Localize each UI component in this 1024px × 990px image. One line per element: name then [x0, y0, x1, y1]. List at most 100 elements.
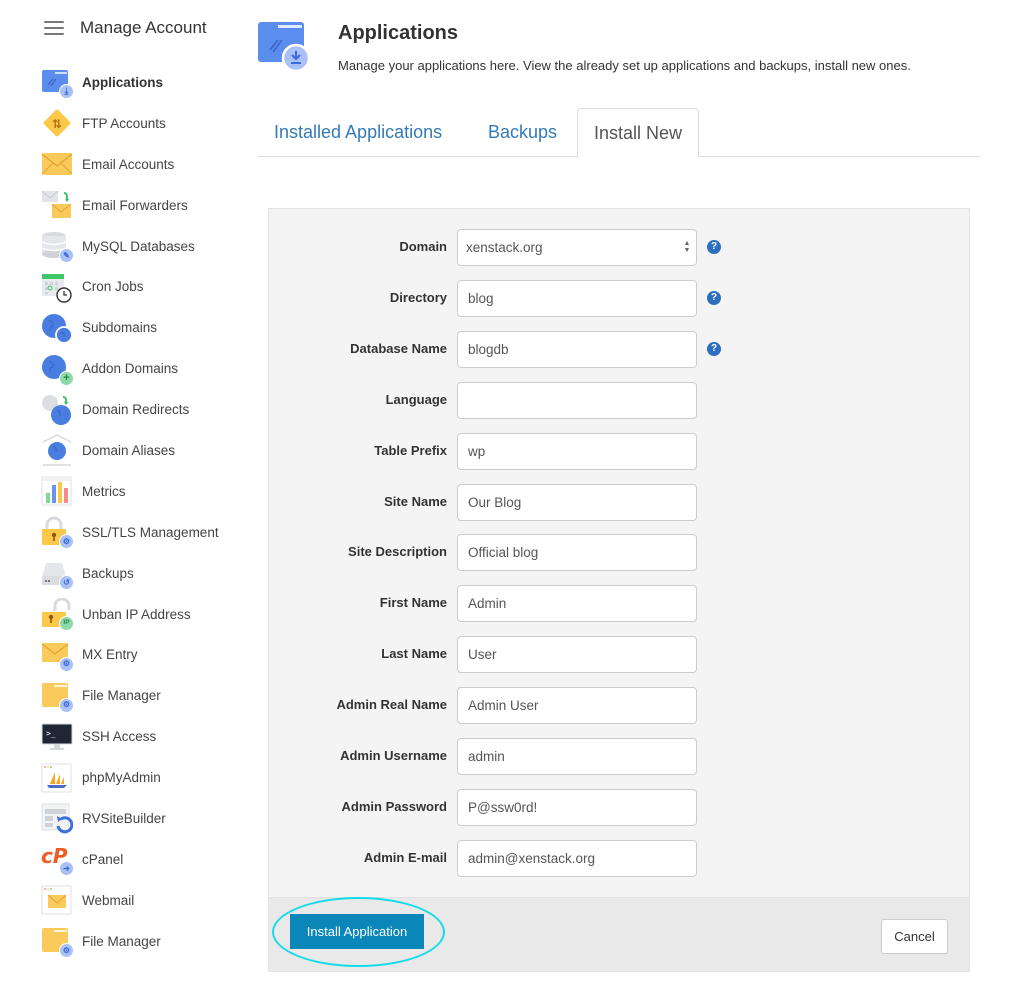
ftp-icon: ⇅ — [41, 107, 73, 139]
sidebar-item-label: Backups — [82, 565, 134, 581]
last-name-label: Last Name — [381, 646, 447, 661]
sidebar-item-rvsitebuilder[interactable]: RVSiteBuilder — [41, 798, 246, 839]
sidebar-item-email-forwarders[interactable]: Email Forwarders — [41, 185, 246, 226]
directory-label: Directory — [389, 290, 447, 305]
form-row-site-description: Site Description — [269, 534, 971, 572]
cancel-button[interactable]: Cancel — [881, 919, 948, 954]
ssh-terminal-icon: >_ — [41, 721, 73, 753]
sidebar-item-label: SSL/TLS Management — [82, 524, 219, 540]
phpmyadmin-sailboat-icon — [41, 762, 73, 794]
domain-select-value: xenstack.org — [466, 240, 543, 255]
metrics-chart-icon — [41, 475, 73, 507]
sidebar-item-backups[interactable]: ↺ Backups — [41, 553, 246, 594]
sidebar-item-label: File Manager — [82, 933, 161, 949]
site-description-label: Site Description — [348, 544, 447, 559]
sidebar-item-domain-redirects[interactable]: Domain Redirects — [41, 389, 246, 430]
domain-select[interactable]: xenstack.org ▲ ▼ — [457, 229, 697, 266]
form-row-admin-email: Admin E-mail — [269, 840, 971, 878]
select-arrows-icon: ▲ ▼ — [683, 240, 691, 254]
subdomain-globe-icon — [41, 312, 73, 344]
sidebar-item-webmail[interactable]: Webmail — [41, 880, 246, 921]
file-manager-folder-icon: ⚙ — [41, 925, 74, 959]
sidebar-item-cpanel[interactable]: cP ➜ cPanel — [41, 839, 246, 880]
domain-help-icon[interactable]: ? — [707, 240, 721, 254]
rvsitebuilder-icon — [41, 802, 74, 834]
mx-entry-icon: ⚙ — [41, 639, 74, 672]
domain-alias-icon — [41, 434, 73, 467]
tab-bar: Installed Applications Backups Install N… — [258, 108, 980, 158]
tab-install-new[interactable]: Install New — [577, 108, 700, 158]
sidebar-item-label: Webmail — [82, 892, 135, 908]
hamburger-menu-icon[interactable] — [44, 21, 64, 35]
unban-ip-lock-icon: IP — [41, 597, 74, 632]
database-name-help-icon[interactable]: ? — [707, 342, 721, 356]
sidebar-item-label: cPanel — [82, 851, 124, 867]
site-description-input[interactable] — [457, 534, 697, 571]
admin-real-name-input[interactable] — [457, 687, 697, 724]
sidebar-item-ssl-tls-management[interactable]: ⚙ SSL/TLS Management — [41, 512, 246, 553]
first-name-label: First Name — [379, 595, 447, 610]
applications-header-icon — [258, 20, 312, 73]
sidebar-item-ssh-access[interactable]: >_ SSH Access — [41, 716, 246, 757]
directory-help-icon[interactable]: ? — [707, 291, 721, 305]
sidebar-title: Manage Account — [80, 18, 207, 37]
admin-email-label: Admin E-mail — [363, 850, 447, 865]
table-prefix-input[interactable] — [457, 433, 697, 470]
site-name-input[interactable] — [457, 484, 697, 521]
sidebar: Manage Account ⤓ Applications ⇅ FTP Acco… — [0, 0, 250, 990]
sidebar-item-metrics[interactable]: Metrics — [41, 471, 246, 512]
sidebar-item-mx-entry[interactable]: ⚙ MX Entry — [41, 634, 246, 675]
domain-redirect-icon — [41, 394, 73, 426]
sidebar-item-cron-jobs[interactable]: Cron Jobs — [41, 266, 246, 307]
sidebar-item-label: Applications — [82, 74, 164, 90]
sidebar-item-label: Domain Redirects — [82, 402, 190, 418]
sidebar-item-label: File Manager — [82, 688, 161, 704]
svg-text:⇅: ⇅ — [52, 117, 62, 131]
sidebar-item-subdomains[interactable]: Subdomains — [41, 307, 246, 348]
form-row-admin-real-name: Admin Real Name — [269, 687, 971, 725]
install-application-button[interactable]: Install Application — [290, 914, 424, 949]
sidebar-item-label: Domain Aliases — [82, 442, 176, 458]
page-title: Applications — [338, 22, 459, 44]
sidebar-item-addon-domains[interactable]: + Addon Domains — [41, 348, 246, 389]
sidebar-item-label: Addon Domains — [82, 361, 179, 377]
database-name-label: Database Name — [350, 341, 447, 356]
email-icon — [41, 148, 73, 180]
sidebar-item-applications[interactable]: ⤓ Applications — [41, 62, 246, 103]
tab-installed-applications[interactable]: Installed Applications — [274, 108, 442, 157]
tab-backups[interactable]: Backups — [488, 108, 557, 157]
last-name-input[interactable] — [457, 636, 697, 673]
first-name-input[interactable] — [457, 585, 697, 622]
sidebar-item-label: phpMyAdmin — [82, 770, 161, 786]
database-name-input[interactable] — [457, 331, 697, 368]
sidebar-item-label: Unban IP Address — [82, 606, 191, 622]
directory-input[interactable] — [457, 280, 697, 317]
sidebar-item-label: RVSiteBuilder — [82, 810, 166, 826]
admin-password-input[interactable] — [457, 789, 697, 826]
form-row-language: Language — [269, 382, 971, 420]
sidebar-item-unban-ip-address[interactable]: IP Unban IP Address — [41, 594, 246, 635]
sidebar-item-file-manager-2[interactable]: ⚙ File Manager — [41, 921, 246, 962]
language-input[interactable] — [457, 382, 697, 419]
form-row-last-name: Last Name — [269, 636, 971, 674]
sidebar-item-file-manager[interactable]: ⚙ File Manager — [41, 675, 246, 716]
webmail-icon — [41, 884, 73, 916]
ssl-lock-icon: ⚙ — [41, 516, 74, 550]
sidebar-item-label: MySQL Databases — [82, 238, 195, 254]
cron-calendar-icon — [41, 271, 73, 303]
form-row-database-name: Database Name ? — [269, 331, 971, 369]
sidebar-item-mysql-databases[interactable]: ✎ MySQL Databases — [41, 226, 246, 267]
language-label: Language — [385, 392, 447, 407]
form-row-directory: Directory ? — [269, 280, 971, 318]
form-row-admin-username: Admin Username — [269, 738, 971, 776]
site-name-label: Site Name — [384, 494, 447, 509]
admin-email-input[interactable] — [457, 840, 697, 877]
sidebar-item-ftp-accounts[interactable]: ⇅ FTP Accounts — [41, 103, 246, 144]
applications-icon: ⤓ — [41, 66, 74, 100]
sidebar-item-domain-aliases[interactable]: Domain Aliases — [41, 430, 246, 471]
sidebar-item-phpmyadmin[interactable]: phpMyAdmin — [41, 757, 246, 798]
file-manager-folder-icon: ⚙ — [41, 680, 74, 713]
cpanel-logo-icon: cP ➜ — [41, 843, 74, 877]
sidebar-item-email-accounts[interactable]: Email Accounts — [41, 144, 246, 185]
admin-username-input[interactable] — [457, 738, 697, 775]
